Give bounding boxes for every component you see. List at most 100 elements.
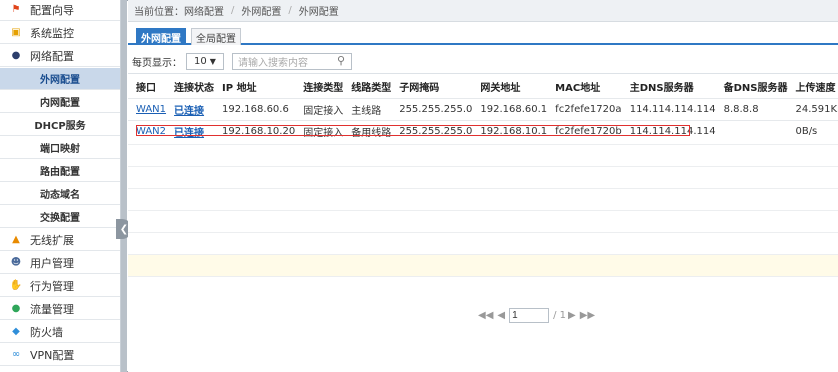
- monitor-icon: ▣: [11, 26, 21, 38]
- column-header[interactable]: 备DNS服务器: [716, 76, 788, 98]
- sidebar-item[interactable]: ☻ 用户管理: [0, 252, 120, 274]
- breadcrumb-item: 外网配置: [298, 7, 339, 18]
- table-cell: 255.255.255.0: [391, 97, 473, 120]
- sidebar-item-label: VPN配置: [30, 348, 75, 362]
- page-number-input[interactable]: [509, 307, 550, 323]
- breadcrumb-item[interactable]: 外网配置: [241, 3, 281, 18]
- breadcrumb-separator: /: [288, 5, 292, 16]
- sidebar-item-label: 网络配置: [30, 49, 74, 63]
- tab-wan-config[interactable]: 外网配置: [136, 28, 186, 45]
- search-icon[interactable]: ⚲: [337, 54, 345, 67]
- pagination: ◀◀ ◀ / 1 ▶ ▶▶: [478, 306, 595, 324]
- sidebar-item-label: 外网配置: [40, 75, 80, 86]
- sidebar-item-label: 交换配置: [40, 213, 80, 224]
- table-cell: 24.591KB/s: [787, 97, 838, 120]
- globe-icon: ●: [11, 49, 21, 61]
- sidebar-item[interactable]: DHCP服务: [0, 114, 120, 136]
- map-pin-icon: ⚑: [11, 3, 21, 15]
- sidebar-item-label: 内网配置: [40, 98, 80, 109]
- sidebar-item-label: 系统监控: [30, 26, 74, 40]
- column-header[interactable]: 连接状态: [166, 76, 214, 98]
- breadcrumb-item[interactable]: 网络配置: [184, 3, 224, 18]
- breadcrumb: 当前位置： 网络配置 / 外网配置 / 外网配置: [128, 0, 838, 22]
- sidebar-item-label: 配置向导: [30, 3, 74, 17]
- column-header[interactable]: 接口: [128, 76, 166, 98]
- sidebar-item[interactable]: ∞ VPN配置: [0, 344, 120, 366]
- sidebar-divider[interactable]: [121, 0, 127, 372]
- vpn-icon: ∞: [11, 348, 21, 360]
- wifi-ext-icon: ▲: [12, 233, 20, 245]
- main-panel: 当前位置： 网络配置 / 外网配置 / 外网配置 外网配置 全局配置 每页显示：…: [128, 0, 838, 372]
- sidebar-item[interactable]: ◆ 防火墙: [0, 321, 120, 343]
- table-cell: 0B/s: [787, 119, 838, 142]
- sidebar-item[interactable]: 外网配置: [0, 68, 120, 90]
- table-cell[interactable]: WAN1: [128, 97, 167, 120]
- chevron-left-icon: ❮: [119, 223, 129, 235]
- column-header[interactable]: 主DNS服务器: [622, 76, 716, 98]
- next-page-icon[interactable]: ▶: [568, 310, 576, 321]
- column-header[interactable]: IP 地址: [214, 76, 295, 98]
- sidebar-item[interactable]: 路由配置: [0, 160, 120, 182]
- sidebar: ⚑ 配置向导 ▣ 系统监控 ● 网络配置外网配置内网配置 DHCP服务 端口映射路由配置动态域…: [0, 0, 121, 372]
- last-page-icon[interactable]: ▶▶: [580, 310, 595, 321]
- sidebar-item[interactable]: 动态域名: [0, 183, 120, 205]
- sidebar-item[interactable]: ● 网络配置: [0, 45, 120, 67]
- empty-row: [128, 276, 838, 298]
- table-cell: 8.8.8.8: [715, 97, 788, 120]
- sidebar-item[interactable]: ✋ 行为管理: [0, 275, 120, 297]
- caret-down-icon: ▼: [209, 57, 216, 66]
- first-page-icon[interactable]: ◀◀: [478, 310, 493, 321]
- table-toolbar: 每页显示： 10 ▼ 请输入搜索内容 ⚲: [128, 50, 838, 74]
- table-cell: fc2fefe1720a: [547, 97, 622, 120]
- column-header[interactable]: 子网掩码: [391, 76, 472, 98]
- sidebar-item[interactable]: ⚑ 配置向导: [0, 0, 120, 21]
- prev-page-icon[interactable]: ◀: [497, 310, 505, 321]
- table-cell: 192.168.60.6: [214, 97, 296, 120]
- sidebar-item-label: 路由配置: [40, 167, 80, 178]
- sidebar-item-label: 防火墙: [30, 325, 63, 339]
- sidebar-item[interactable]: ● 流量管理: [0, 298, 120, 320]
- sidebar-item[interactable]: ▣ 系统监控: [0, 22, 120, 44]
- tab-global-config[interactable]: 全局配置: [191, 28, 241, 45]
- sidebar-item-label: 流量管理: [30, 302, 74, 316]
- traffic-icon: ●: [11, 302, 21, 314]
- sidebar-item[interactable]: 端口映射: [0, 137, 120, 159]
- sidebar-item-label: 行为管理: [30, 279, 74, 293]
- empty-row: [128, 188, 838, 210]
- shield-icon: ◆: [12, 325, 20, 337]
- breadcrumb-prefix: 当前位置：: [134, 7, 184, 18]
- table-cell: 192.168.60.1: [472, 97, 548, 120]
- empty-row: [128, 232, 838, 254]
- search-input[interactable]: 请输入搜索内容 ⚲: [232, 53, 352, 70]
- sidebar-item-label: 用户管理: [30, 256, 74, 270]
- highlight-box: [136, 125, 690, 136]
- interface-link[interactable]: WAN1: [136, 104, 166, 115]
- users-icon: ☻: [10, 256, 22, 268]
- sidebar-item[interactable]: 内网配置: [0, 91, 120, 113]
- hand-icon: ✋: [9, 279, 23, 291]
- empty-row: [128, 254, 838, 276]
- column-header[interactable]: MAC地址: [547, 76, 622, 98]
- breadcrumb-separator: /: [231, 5, 235, 16]
- page-total: / 1: [553, 309, 567, 321]
- column-header[interactable]: 线路类型: [343, 76, 391, 98]
- table-cell: [715, 119, 788, 142]
- table-cell: 固定接入: [295, 97, 344, 120]
- column-header[interactable]: 网关地址: [472, 76, 547, 98]
- sidebar-item-label: 无线扩展: [30, 233, 74, 247]
- sidebar-item[interactable]: 交换配置: [0, 206, 120, 228]
- sidebar-item-label: 端口映射: [40, 144, 80, 155]
- table-row[interactable]: WAN1 已连接 192.168.60.6 固定接入 主线路 255.255.255.0 1…: [128, 97, 838, 120]
- per-page-value: 10: [194, 56, 207, 67]
- search-placeholder: 请输入搜索内容: [238, 58, 308, 69]
- empty-row: [128, 210, 838, 232]
- column-header[interactable]: 连接类型: [295, 76, 343, 98]
- sidebar-item-label: 动态域名: [40, 190, 80, 201]
- table-header-row: 接口 连接状态 IP 地址 连接类型 线路类型 子网掩码 网关地址 MAC地址 主DNS服务器备…: [128, 76, 838, 98]
- sidebar-item-label: DHCP服务: [34, 121, 86, 132]
- sidebar-item[interactable]: ▲ 无线扩展: [0, 229, 120, 251]
- table-cell: 114.114.114.114: [621, 97, 716, 120]
- empty-row: [128, 144, 838, 166]
- per-page-select[interactable]: 10 ▼: [186, 53, 224, 70]
- column-header[interactable]: 上传速度: [787, 76, 838, 98]
